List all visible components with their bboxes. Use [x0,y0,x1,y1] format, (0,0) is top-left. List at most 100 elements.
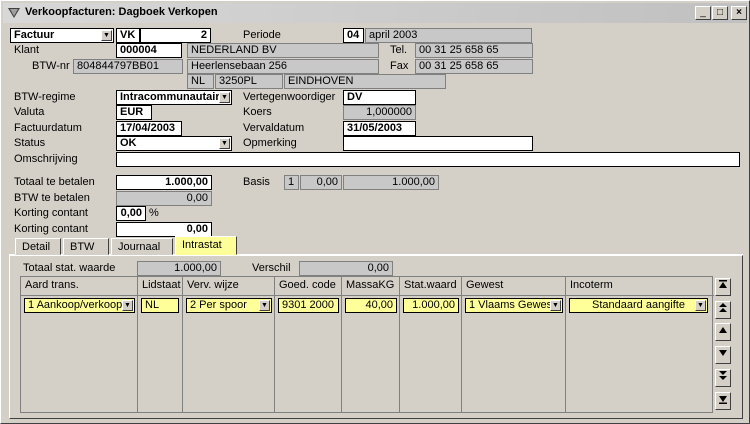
city-field: EINDHOVEN [284,74,446,89]
first-icon [719,280,727,288]
column-divider [274,296,275,412]
arrow-down-icon [719,350,727,356]
column-divider [565,296,566,412]
column-divider [137,296,138,412]
basis-amount-field: 1.000,00 [343,175,439,190]
page-up-button[interactable] [715,301,731,319]
first-record-button[interactable] [715,278,731,296]
chevron-down-icon[interactable]: ▼ [550,300,561,311]
page-up-icon [719,303,727,312]
vertegenwoordiger-label: Vertegenwoordiger [243,91,336,103]
title-bar: Verkoopfacturen: Dagboek Verkopen _ □ × [3,3,747,23]
status-label: Status [14,137,46,149]
chevron-down-icon[interactable]: ▼ [219,138,230,149]
close-button[interactable]: × [731,6,747,20]
doc-type-select[interactable]: Factuur ▼ [10,28,114,43]
intrastat-grid: Aard trans. Lidstaat Verv. wijze Goed. c… [20,276,714,413]
stat-waarde-field[interactable]: 1.000,00 [403,298,459,313]
chevron-down-icon[interactable]: ▼ [259,300,270,311]
periode-text-field: april 2003 [365,28,532,43]
col-header-stat-waarde[interactable]: Stat.waard [400,277,462,296]
gewest-value: 1 Vlaams Gewest [469,299,556,311]
omschrijving-field[interactable] [116,152,740,167]
last-record-button[interactable] [715,392,731,410]
last-icon [719,396,727,404]
valuta-label: Valuta [14,106,45,118]
maximize-button[interactable]: □ [712,6,728,20]
chevron-down-icon[interactable]: ▼ [219,92,230,103]
arrow-up-icon [719,327,727,333]
tab-intrastat[interactable]: Intrastat [175,236,237,255]
country-field: NL [187,74,214,89]
col-header-incoterm[interactable]: Incoterm [566,277,714,296]
periode-label: Periode [243,29,281,41]
tel-field: 00 31 25 658 65 [415,43,533,58]
vervaldatum-label: Vervaldatum [243,122,305,134]
status-value: OK [120,137,137,149]
vervoer-value: 2 Per spoor [190,299,247,311]
status-select[interactable]: OK ▼ [116,136,232,151]
factuurdatum-label: Factuurdatum [14,122,82,134]
chevron-down-icon[interactable]: ▼ [122,300,133,311]
incoterm-select[interactable]: Standaard aangifte ▼ [569,298,708,313]
tab-label: Intrastat [182,239,222,251]
up-button[interactable] [715,323,731,341]
aard-trans-value: 1 Aankoop/verkoop [28,299,123,311]
basis-btw-field: 0,00 [300,175,342,190]
korting-amt-label: Korting contant [14,223,88,235]
massa-field[interactable]: 40,00 [345,298,397,313]
page-down-button[interactable] [715,369,731,387]
percent-sign: % [149,207,159,219]
klant-name-field: NEDERLAND BV [187,43,379,58]
col-header-gewest[interactable]: Gewest [462,277,566,296]
btw-regime-label: BTW-regime [14,91,76,103]
tab-label: Journaal [118,241,161,253]
tab-label: BTW [70,241,95,253]
lidstaat-field[interactable]: NL [141,298,179,313]
opmerking-field[interactable] [343,136,533,151]
down-button[interactable] [715,346,731,364]
valuta-field[interactable]: EUR [116,105,152,120]
window-title: Verkoopfacturen: Dagboek Verkopen [25,6,218,18]
col-header-lidstaat[interactable]: Lidstaat [138,277,183,296]
tab-btw[interactable]: BTW [63,238,109,255]
col-header-massa[interactable]: MassaKG [342,277,400,296]
vervaldatum-field[interactable]: 31/05/2003 [343,121,416,136]
col-header-goed-code[interactable]: Goed. code [275,277,342,296]
column-divider [341,296,342,412]
tab-detail[interactable]: Detail [15,238,61,255]
btw-regime-select[interactable]: Intracommunautair ▼ [116,90,232,105]
application-window: Verkoopfacturen: Dagboek Verkopen _ □ × … [0,0,750,424]
klant-code-field[interactable]: 000004 [116,43,182,58]
opmerking-label: Opmerking [243,137,297,149]
doc-number-field[interactable]: 2 [140,28,211,43]
chevron-down-icon[interactable]: ▼ [695,300,706,311]
col-header-vervoer[interactable]: Verv. wijze [183,277,275,296]
periode-num-field[interactable]: 04 [343,28,364,43]
minimize-button[interactable]: _ [695,6,711,20]
vervoer-select[interactable]: 2 Per spoor ▼ [186,298,272,313]
column-divider [399,296,400,412]
fax-field: 00 31 25 658 65 [415,59,533,74]
btw-te-betalen-field: 0,00 [116,191,212,206]
fax-label: Fax [390,60,409,72]
col-header-aard[interactable]: Aard trans. [21,277,138,296]
column-divider [182,296,183,412]
korting-pct-field[interactable]: 0,00 [116,206,146,221]
btw-nr-field: 804844797BB01 [73,59,183,74]
journal-code-field[interactable]: VK [116,28,140,43]
aard-trans-select[interactable]: 1 Aankoop/verkoop ▼ [24,298,135,313]
goed-code-field[interactable]: 9301 2000 [278,298,339,313]
totaal-stat-waarde-field: 1.000,00 [137,261,221,276]
tab-journaal[interactable]: Journaal [111,238,173,255]
chevron-down-icon[interactable]: ▼ [101,30,112,41]
koers-label: Koers [243,106,272,118]
verschil-field: 0,00 [299,261,393,276]
btw-nr-label: BTW-nr [32,60,70,72]
incoterm-value: Standaard aangifte [592,299,685,311]
gewest-select[interactable]: 1 Vlaams Gewest ▼ [465,298,563,313]
korting-amt-field[interactable]: 0,00 [116,222,212,237]
vertegenwoordiger-field[interactable]: DV [343,90,416,105]
koers-field: 1,000000 [343,105,416,120]
factuurdatum-field[interactable]: 17/04/2003 [116,121,182,136]
